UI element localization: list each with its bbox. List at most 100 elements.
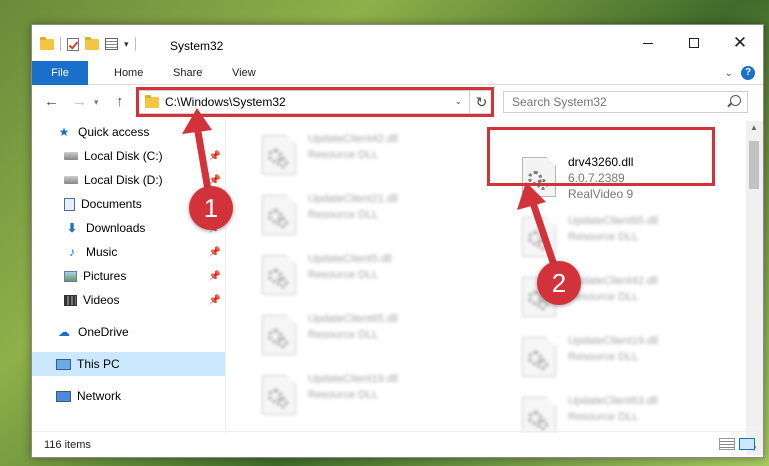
forward-arrow-icon[interactable]: → bbox=[72, 93, 87, 110]
new-folder-icon[interactable] bbox=[85, 36, 99, 50]
address-highlight-box bbox=[136, 87, 494, 117]
up-arrow-icon[interactable]: ↑ bbox=[116, 93, 124, 110]
sidebar-item-label: Documents bbox=[81, 197, 142, 211]
close-button[interactable]: ✕ bbox=[717, 25, 763, 61]
pin-icon: 📌 bbox=[208, 150, 221, 162]
file-type: Resource DLL bbox=[308, 269, 379, 281]
navigation-pane: ★ Quick access Local Disk (C:) 📌 Local D… bbox=[32, 119, 225, 433]
tiles-view-icon[interactable] bbox=[739, 438, 755, 450]
sidebar-item-quick-access[interactable]: ★ Quick access bbox=[32, 121, 225, 143]
search-input[interactable] bbox=[504, 92, 714, 112]
tab-file[interactable]: File bbox=[32, 61, 88, 85]
sidebar-item-label: Videos bbox=[83, 293, 120, 307]
vertical-scrollbar[interactable]: ▲ ▼ bbox=[746, 121, 763, 455]
sidebar-item-local-disk-d[interactable]: Local Disk (D:) 📌 bbox=[32, 169, 225, 191]
quick-access-toolbar: ▾ bbox=[40, 36, 136, 51]
drive-icon bbox=[64, 176, 78, 184]
sidebar-item-onedrive[interactable]: ☁ OneDrive bbox=[32, 321, 225, 343]
details-view-icon[interactable] bbox=[719, 438, 735, 450]
file-type: Resource DLL bbox=[308, 389, 379, 401]
scroll-up-arrow-icon[interactable]: ▲ bbox=[750, 123, 758, 132]
status-bar: 116 items bbox=[32, 431, 763, 457]
music-icon: ♪ bbox=[69, 245, 75, 259]
window-title: System32 bbox=[170, 39, 224, 53]
file-name: UpdateClient21.dll bbox=[308, 193, 398, 205]
sidebar-item-local-disk-c[interactable]: Local Disk (C:) 📌 bbox=[32, 145, 225, 167]
file-tile[interactable]: UpdateClient63.dll Resource DLL bbox=[512, 389, 737, 433]
properties-check-icon[interactable] bbox=[67, 37, 79, 51]
file-name: UpdateClient65.dll bbox=[568, 215, 658, 227]
navigation-bar: ← → ▾ ↑ C:\Windows\System32 ⌄ ↻ bbox=[32, 85, 763, 119]
pin-icon: 📌 bbox=[208, 174, 221, 186]
scrollbar-thumb[interactable] bbox=[749, 141, 759, 189]
documents-icon bbox=[64, 197, 75, 211]
help-icon[interactable]: ? bbox=[741, 66, 755, 80]
item-count: 116 items bbox=[44, 439, 91, 451]
star-icon: ★ bbox=[58, 125, 70, 139]
sidebar-item-music[interactable]: ♪ Music 📌 bbox=[32, 241, 225, 263]
file-tile[interactable]: UpdateClient65.dll Resource DLL bbox=[252, 307, 477, 361]
download-icon: ⬇ bbox=[66, 221, 78, 235]
file-type: Resource DLL bbox=[568, 351, 639, 363]
folder-icon bbox=[40, 36, 54, 50]
sidebar-item-network[interactable]: Network bbox=[32, 385, 225, 407]
file-name: UpdateClient63.dll bbox=[568, 395, 658, 407]
search-icon[interactable] bbox=[730, 95, 741, 106]
dll-file-icon bbox=[522, 397, 556, 433]
dll-file-icon bbox=[522, 217, 556, 257]
sidebar-item-videos[interactable]: Videos 📌 bbox=[32, 289, 225, 311]
file-name: UpdateClient5.dll bbox=[308, 253, 392, 265]
videos-icon bbox=[64, 294, 77, 306]
sidebar-item-label: OneDrive bbox=[78, 325, 129, 339]
tab-share[interactable]: Share bbox=[159, 61, 216, 85]
file-explorer-window: ▾ System32 ✕ File Home Share View ⌄ ? ← … bbox=[31, 24, 764, 458]
sidebar-item-label: Downloads bbox=[86, 221, 146, 235]
tab-home[interactable]: Home bbox=[100, 61, 157, 85]
sidebar-item-label: Network bbox=[77, 389, 122, 403]
maximize-button[interactable] bbox=[671, 25, 717, 61]
back-arrow-icon[interactable]: ← bbox=[44, 93, 59, 110]
dll-file-icon bbox=[262, 135, 296, 175]
minimize-button[interactable] bbox=[625, 25, 671, 61]
properties-icon[interactable] bbox=[105, 38, 118, 50]
dll-file-icon bbox=[522, 337, 556, 377]
title-bar: ▾ System32 ✕ bbox=[32, 25, 763, 61]
dll-file-icon bbox=[262, 255, 296, 295]
file-name: UpdateClient19.dll bbox=[568, 335, 658, 347]
sidebar-item-this-pc[interactable]: This PC bbox=[32, 352, 225, 376]
file-tile[interactable]: UpdateClient65.dll Resource DLL bbox=[512, 209, 737, 263]
dll-file-icon bbox=[262, 195, 296, 235]
customize-toolbar-chevron-icon[interactable]: ▾ bbox=[124, 39, 129, 50]
file-product: RealVideo 9 bbox=[568, 187, 634, 201]
cloud-icon: ☁ bbox=[58, 325, 70, 339]
search-box[interactable] bbox=[503, 91, 748, 113]
dll-file-icon bbox=[262, 375, 296, 415]
file-name: UpdateClient42.dll bbox=[568, 275, 658, 287]
file-tile[interactable]: UpdateClient5.dll Resource DLL bbox=[252, 247, 477, 301]
expand-ribbon-chevron-icon[interactable]: ⌄ bbox=[725, 68, 733, 79]
dll-file-icon bbox=[262, 315, 296, 355]
file-name: UpdateClient19.dll bbox=[308, 373, 398, 385]
file-tile[interactable]: UpdateClient19.dll Resource DLL bbox=[512, 329, 737, 383]
step-2-badge: 2 bbox=[537, 261, 581, 305]
file-type: Resource DLL bbox=[568, 231, 639, 243]
recent-locations-chevron-icon[interactable]: ▾ bbox=[94, 97, 99, 108]
pane-divider[interactable] bbox=[225, 119, 226, 433]
sidebar-item-pictures[interactable]: Pictures 📌 bbox=[32, 265, 225, 287]
toolbar-divider bbox=[60, 37, 61, 51]
file-tile[interactable]: UpdateClient19.dll Resource DLL bbox=[252, 367, 477, 421]
file-type: Resource DLL bbox=[308, 149, 379, 161]
file-tile[interactable]: UpdateClient42.dll Resource DLL bbox=[252, 127, 477, 181]
file-name: UpdateClient65.dll bbox=[308, 313, 398, 325]
file-highlight-box bbox=[487, 127, 715, 186]
sidebar-item-label: This PC bbox=[77, 357, 120, 371]
tab-view[interactable]: View bbox=[218, 61, 270, 85]
file-type: Resource DLL bbox=[308, 329, 379, 341]
network-icon bbox=[56, 390, 71, 402]
ribbon-tabs: File Home Share View ⌄ ? bbox=[32, 61, 763, 85]
minimize-icon bbox=[643, 42, 653, 44]
pin-icon: 📌 bbox=[208, 270, 221, 282]
sidebar-item-label: Quick access bbox=[78, 125, 150, 139]
sidebar-item-label: Pictures bbox=[83, 269, 127, 283]
file-tile[interactable]: UpdateClient21.dll Resource DLL bbox=[252, 187, 477, 241]
